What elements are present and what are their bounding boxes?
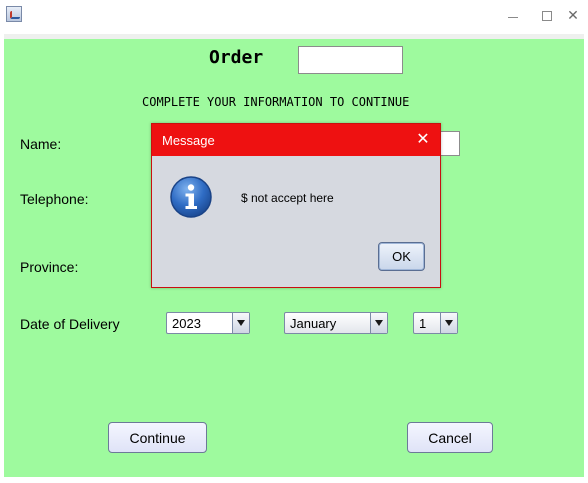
close-icon: ✕ (567, 8, 579, 24)
window-close-button[interactable]: ✕ (558, 0, 588, 32)
cancel-button[interactable]: Cancel (407, 422, 493, 453)
minimize-icon (508, 16, 518, 18)
telephone-label: Telephone: (20, 191, 89, 207)
dialog-titlebar: Message ✕ (152, 124, 440, 156)
order-title: Order (209, 47, 264, 68)
window-titlebar: ✕ (0, 0, 588, 34)
chevron-down-icon[interactable] (370, 313, 387, 333)
year-select-value: 2023 (172, 316, 201, 331)
continue-button[interactable]: Continue (108, 422, 207, 453)
order-input[interactable] (298, 46, 403, 74)
java-app-icon (6, 6, 22, 22)
message-dialog: Message ✕ $ not accept here OK (151, 123, 441, 288)
province-label: Province: (20, 259, 79, 275)
date-of-delivery-label: Date of Delivery (20, 316, 120, 332)
info-icon (169, 175, 213, 219)
name-input[interactable] (440, 131, 460, 156)
year-select[interactable]: 2023 (166, 312, 250, 334)
dialog-message: $ not accept here (241, 191, 334, 205)
chevron-down-icon[interactable] (232, 313, 249, 333)
maximize-icon (542, 11, 552, 21)
name-label: Name: (20, 136, 62, 152)
month-select[interactable]: January (284, 312, 388, 334)
month-select-value: January (290, 316, 337, 331)
chevron-down-icon[interactable] (440, 313, 457, 333)
day-select[interactable]: 1 (413, 312, 458, 334)
ok-button[interactable]: OK (378, 242, 425, 271)
dialog-close-icon[interactable]: ✕ (414, 130, 432, 148)
form-subtitle: COMPLETE YOUR INFORMATION TO CONTINUE (142, 95, 410, 109)
day-select-value: 1 (419, 316, 427, 331)
dialog-title: Message (162, 133, 215, 148)
